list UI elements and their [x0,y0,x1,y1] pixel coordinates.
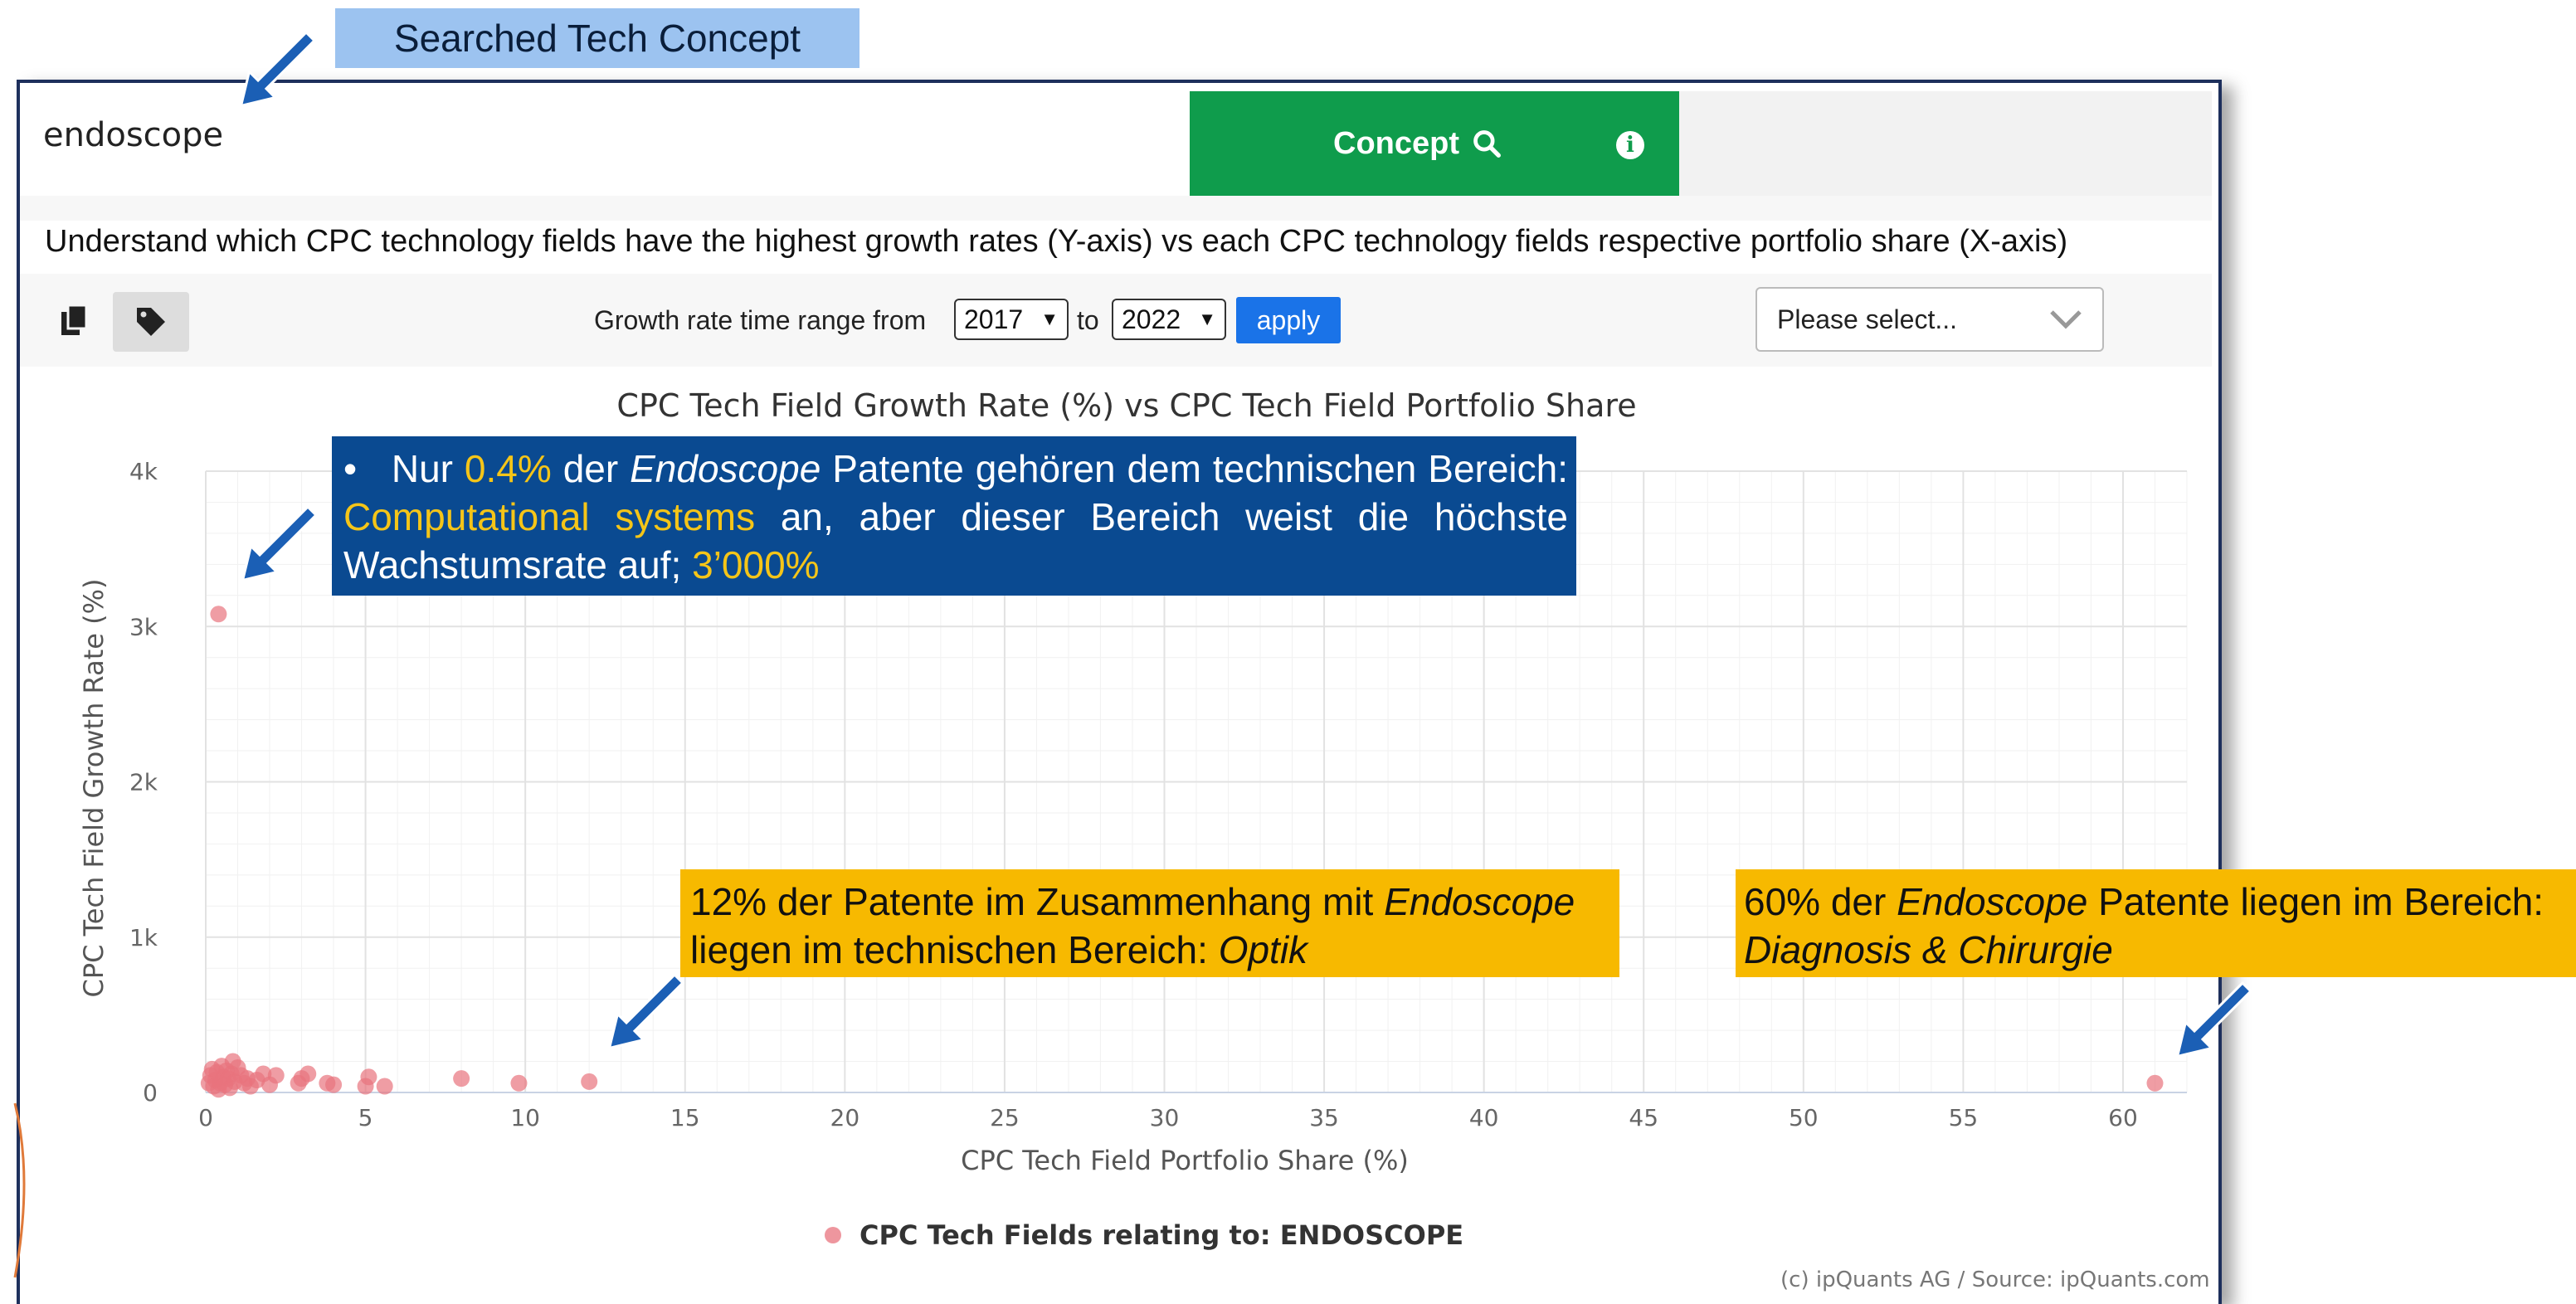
x-tick-label: 15 [670,1104,700,1131]
x-axis-label: CPC Tech Field Portfolio Share (%) [961,1145,1409,1176]
arrow-to-search-icon [239,30,317,108]
x-tick-label: 5 [358,1104,373,1131]
y-tick-label: 0 [143,1079,158,1107]
data-points [200,606,2164,1098]
x-tick-label: 40 [1469,1104,1499,1131]
x-tick-label: 10 [510,1104,540,1131]
x-tick-label: 45 [1629,1104,1658,1131]
copyright-note: (c) ipQuants AG / Source: ipQuants.com [1780,1268,2210,1292]
arrow-to-diagnosis-icon [2175,980,2253,1058]
callout-bullet: • [343,447,358,490]
y-tick-label: 1k [129,924,158,951]
callout-optik: 12% der Patente im Zusammenhang mit Endo… [680,869,1619,977]
x-tick-label: 50 [1789,1104,1819,1131]
y-axis-ticks: 0 1k 2k 3k 4k [129,458,158,1107]
data-point[interactable] [2146,1074,2164,1092]
chart-title: CPC Tech Field Growth Rate (%) vs CPC Te… [616,387,1636,424]
callout-text: liegen im technischen Bereich: [690,928,1219,971]
callout-highlight: Computational systems [343,495,756,538]
callout-text: Patente gehören dem technischen Bereich: [821,447,1569,490]
x-tick-label: 20 [830,1104,860,1131]
x-tick-label: 0 [198,1104,213,1131]
x-tick-label: 60 [2108,1104,2138,1131]
scatter-chart: 0 5 10 15 20 25 30 35 40 45 50 55 60 0 1k 2k 3k 4k CPC T… [13,30,2253,1278]
x-axis-ticks: 0 5 10 15 20 25 30 35 40 45 50 55 60 [198,1104,2138,1131]
arrow-to-max-growth-icon [241,504,319,582]
y-tick-label: 4k [129,458,158,485]
callout-highlight: 3’000% [692,543,820,586]
data-point[interactable] [581,1073,598,1090]
legend[interactable]: CPC Tech Fields relating to: ENDOSCOPE [825,1219,1463,1251]
callout-italic: Endoscope [1897,880,2088,923]
callout-text: Patente liegen im Bereich: [2087,880,2544,923]
y-axis-label: CPC Tech Field Growth Rate (%) [78,579,110,998]
callout-italic: Endoscope [630,447,821,490]
decorative-curve [13,1102,26,1278]
callout-italic: Endoscope [1384,880,1575,923]
callout-text: Nur [391,447,465,490]
x-tick-label: 30 [1150,1104,1180,1131]
data-point[interactable] [453,1070,470,1087]
data-point[interactable] [325,1076,343,1093]
callout-diagnosis: 60% der Endoscope Patente liegen im Bere… [1736,869,2576,977]
callout-italic: Diagnosis & Chirurgie [1744,928,2113,971]
legend-label: CPC Tech Fields relating to: ENDOSCOPE [859,1219,1463,1251]
callout-italic: Optik [1218,928,1308,971]
arrow-to-optik-icon [607,972,685,1050]
x-tick-label: 55 [1949,1104,1979,1131]
x-tick-label: 25 [990,1104,1020,1131]
data-point[interactable] [360,1068,377,1086]
y-tick-label: 3k [129,613,158,640]
y-tick-label: 2k [129,769,158,796]
data-point[interactable] [267,1067,285,1084]
data-point[interactable] [376,1078,393,1095]
callout-highlight: 0.4% [464,447,552,490]
x-tick-label: 35 [1309,1104,1339,1131]
callout-text: der [551,447,631,490]
legend-marker [825,1227,841,1243]
callout-max-growth: • Nur 0.4% der Endoscope Patente gehören… [332,436,1576,596]
data-point[interactable] [210,606,227,623]
data-point[interactable] [299,1065,317,1083]
callout-text: 12% der Patente im Zusammenhang mit [690,880,1385,923]
callout-text: 60% der [1744,880,1897,923]
data-point[interactable] [510,1074,528,1092]
